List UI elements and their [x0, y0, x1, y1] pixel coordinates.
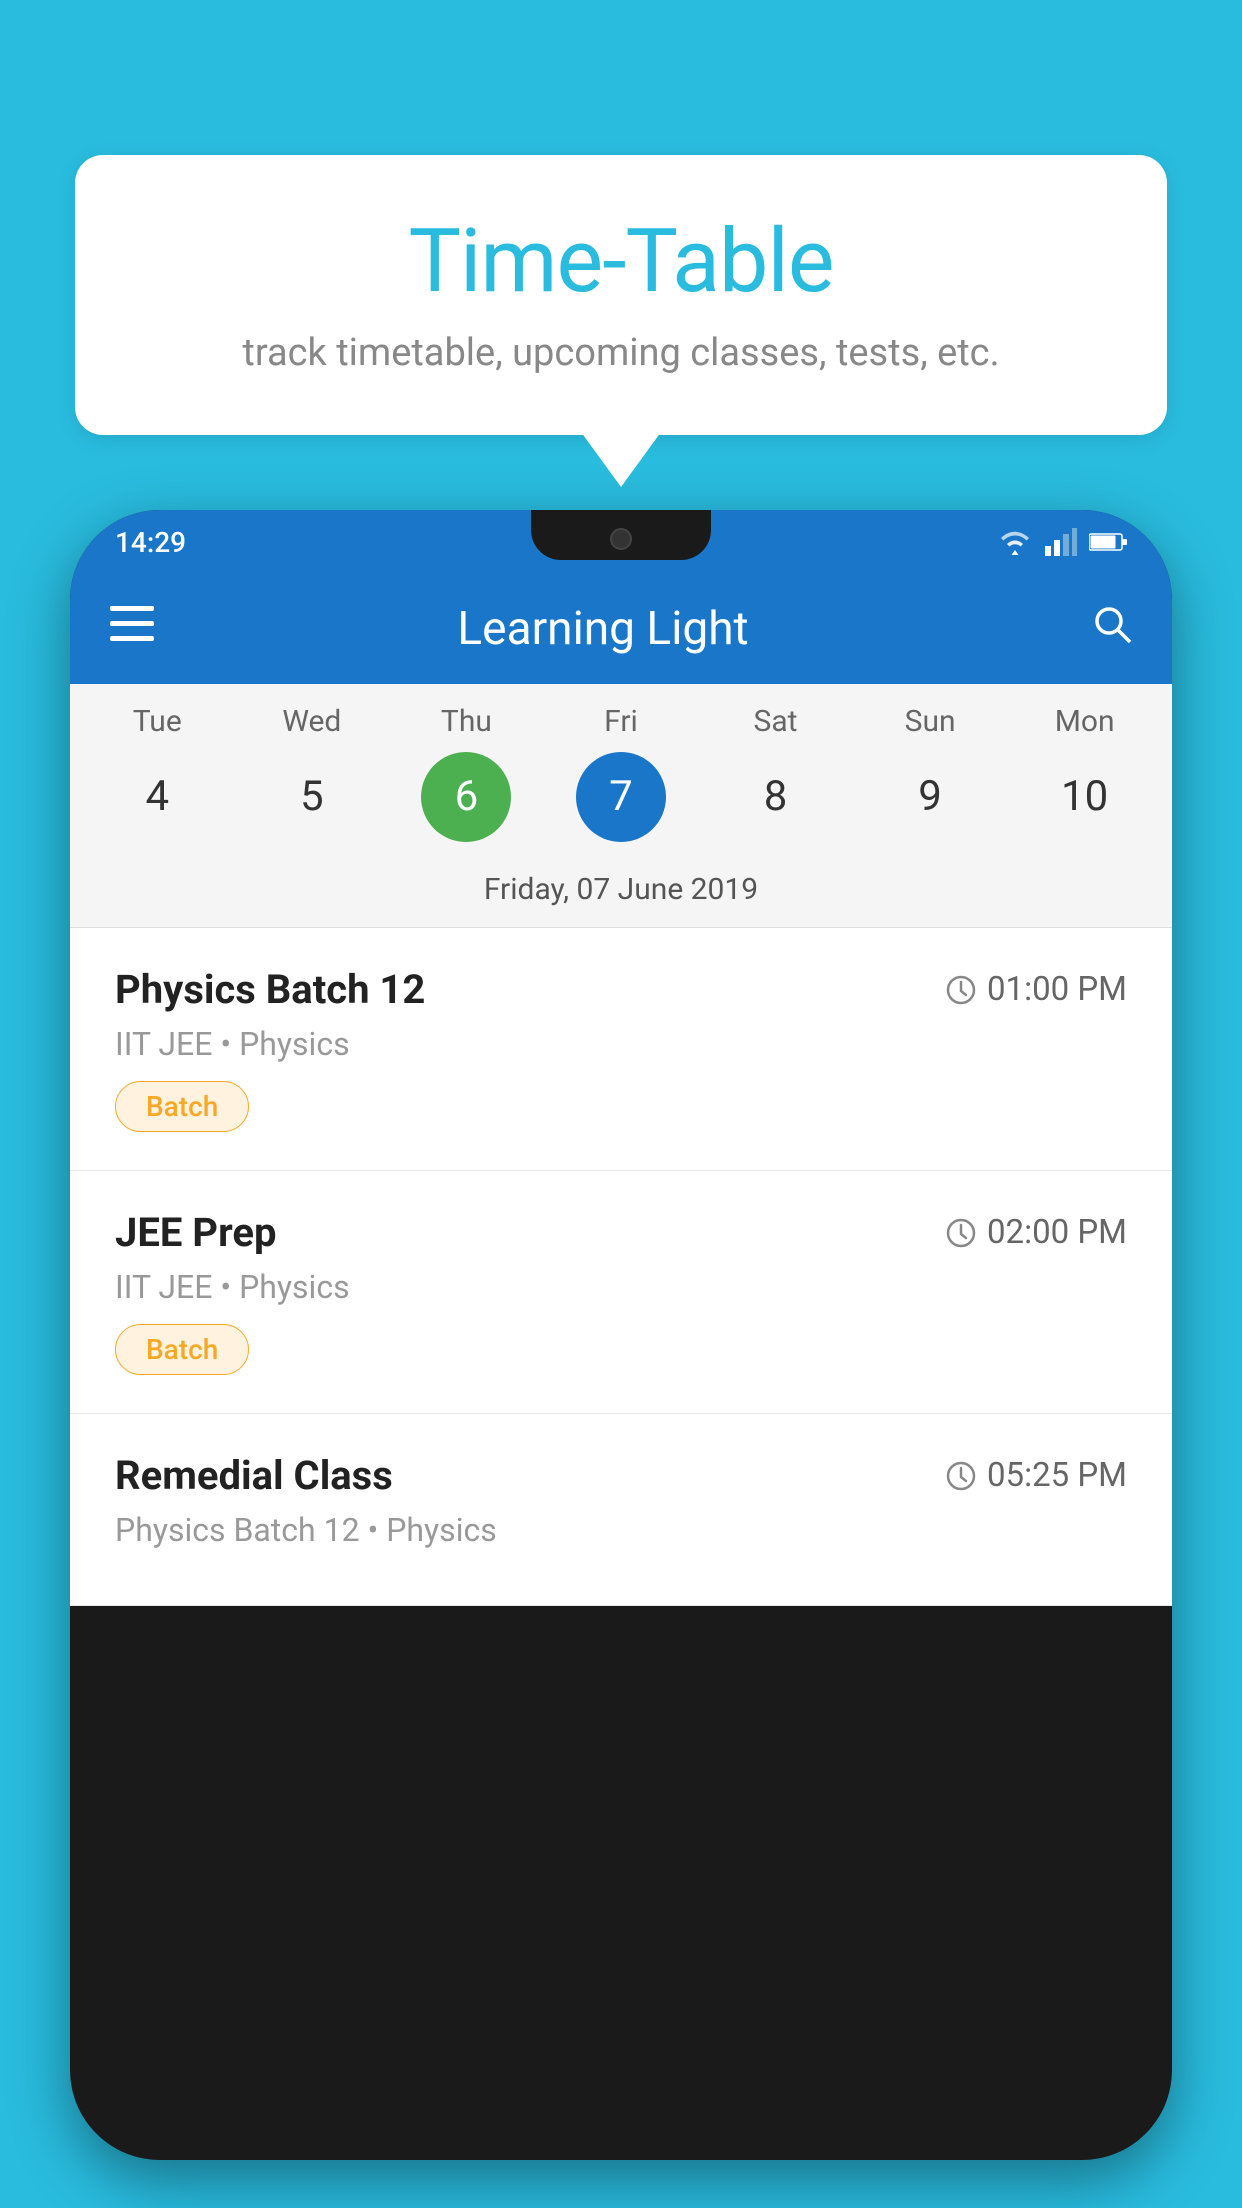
selected-date-label: Friday, 07 June 2019	[70, 862, 1172, 928]
day-numbers: 4 5 6 7 8 9	[70, 749, 1172, 844]
day-header-thu: Thu	[396, 704, 536, 739]
day-header-sat: Sat	[706, 704, 846, 739]
day-cell-9[interactable]: 9	[860, 749, 1000, 844]
calendar-strip: Tue Wed Thu Fri Sat Sun Mon 4 5	[70, 684, 1172, 928]
clock-icon-1	[945, 974, 977, 1006]
schedule-item-1-time: 01:00 PM	[945, 970, 1127, 1009]
schedule-item-3-time: 05:25 PM	[945, 1456, 1127, 1495]
day-cell-7[interactable]: 7	[551, 749, 691, 844]
status-time: 14:29	[115, 526, 186, 559]
schedule-item-3-meta: Physics Batch 12 • Physics	[115, 1511, 1127, 1549]
day-number-4[interactable]: 4	[87, 749, 227, 844]
search-icon[interactable]	[1092, 604, 1132, 654]
day-number-10[interactable]: 10	[1015, 749, 1155, 844]
day-header-wed: Wed	[242, 704, 382, 739]
day-cell-5[interactable]: 5	[242, 749, 382, 844]
day-header-tue: Tue	[87, 704, 227, 739]
phone-screen: 14:29	[70, 510, 1172, 2160]
schedule-item-2-header: JEE Prep 02:00 PM	[115, 1209, 1127, 1256]
day-number-8[interactable]: 8	[706, 749, 846, 844]
schedule-item-3[interactable]: Remedial Class 05:25 PM Physics Batch 12…	[70, 1414, 1172, 1606]
day-number-6-today[interactable]: 6	[421, 752, 511, 842]
day-header-mon: Mon	[1015, 704, 1155, 739]
schedule-list: Physics Batch 12 01:00 PM IIT JEE • Phys…	[70, 928, 1172, 1606]
status-icons	[997, 528, 1127, 556]
day-cell-8[interactable]: 8	[706, 749, 846, 844]
day-cell-4[interactable]: 4	[87, 749, 227, 844]
bubble-subtitle: track timetable, upcoming classes, tests…	[135, 331, 1107, 375]
day-number-7-selected[interactable]: 7	[576, 752, 666, 842]
notch	[531, 510, 711, 560]
schedule-item-2-time: 02:00 PM	[945, 1213, 1127, 1252]
day-header-fri: Fri	[551, 704, 691, 739]
schedule-item-1-title: Physics Batch 12	[115, 966, 425, 1013]
schedule-item-3-header: Remedial Class 05:25 PM	[115, 1452, 1127, 1499]
day-number-5[interactable]: 5	[242, 749, 382, 844]
schedule-item-1[interactable]: Physics Batch 12 01:00 PM IIT JEE • Phys…	[70, 928, 1172, 1171]
schedule-item-2[interactable]: JEE Prep 02:00 PM IIT JEE • Physics Batc…	[70, 1171, 1172, 1414]
signal-icon	[1045, 528, 1077, 556]
schedule-item-3-title: Remedial Class	[115, 1452, 393, 1499]
schedule-item-2-batch-tag: Batch	[115, 1324, 249, 1375]
schedule-item-1-batch-tag: Batch	[115, 1081, 249, 1132]
schedule-item-2-meta: IIT JEE • Physics	[115, 1268, 1127, 1306]
day-header-sun: Sun	[860, 704, 1000, 739]
schedule-item-1-meta: IIT JEE • Physics	[115, 1025, 1127, 1063]
wifi-icon	[997, 528, 1033, 556]
day-headers: Tue Wed Thu Fri Sat Sun Mon	[70, 704, 1172, 739]
phone-frame: 14:29	[70, 510, 1172, 2160]
day-cell-10[interactable]: 10	[1015, 749, 1155, 844]
schedule-item-1-header: Physics Batch 12 01:00 PM	[115, 966, 1127, 1013]
clock-icon-2	[945, 1217, 977, 1249]
day-cell-6[interactable]: 6	[396, 749, 536, 844]
bubble-title: Time-Table	[135, 210, 1107, 313]
camera-icon	[610, 528, 632, 550]
schedule-item-2-title: JEE Prep	[115, 1209, 276, 1256]
app-bar: Learning Light	[70, 574, 1172, 684]
clock-icon-3	[945, 1460, 977, 1492]
speech-bubble: Time-Table track timetable, upcoming cla…	[75, 155, 1167, 435]
app-bar-title: Learning Light	[114, 602, 1092, 656]
battery-icon	[1089, 532, 1127, 552]
phone-wrapper: 14:29	[70, 510, 1172, 2208]
day-number-9[interactable]: 9	[860, 749, 1000, 844]
